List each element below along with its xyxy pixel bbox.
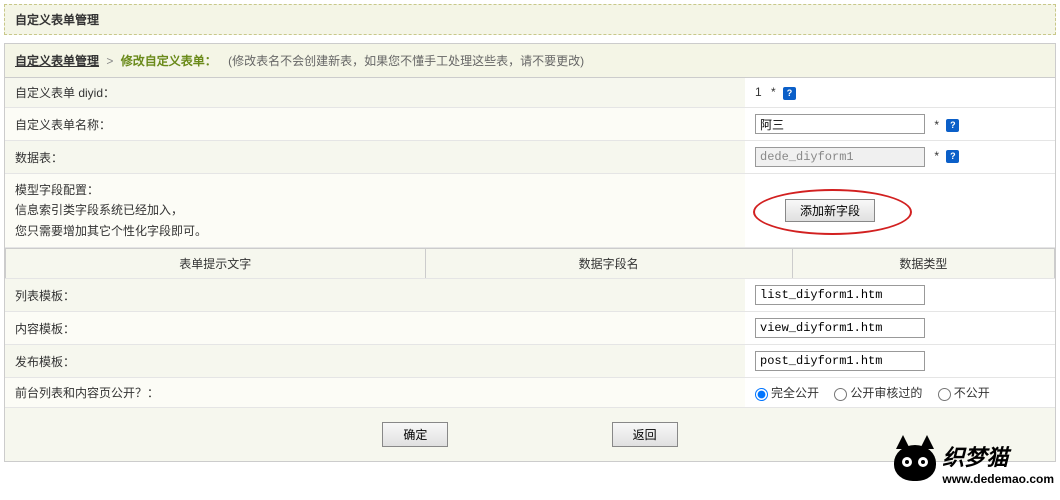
watermark-name: 织梦猫	[942, 440, 1054, 472]
row-config: 模型字段配置： 信息索引类字段系统已经加入， 您只需要增加其它个性化字段即可。 …	[5, 174, 1055, 248]
radio-public-0[interactable]: 完全公开	[755, 386, 819, 400]
label-table: 数据表：	[5, 141, 745, 174]
value-name: * ?	[745, 108, 1055, 141]
breadcrumb-link[interactable]: 自定义表单管理	[15, 54, 99, 68]
value-diyid: 1 * ?	[745, 78, 1055, 108]
cat-logo-icon	[894, 445, 936, 481]
config-desc1: 信息索引类字段系统已经加入，	[15, 200, 735, 220]
row-viewtpl: 内容模板：	[5, 312, 1055, 345]
config-label: 模型字段配置：	[15, 180, 735, 200]
row-posttpl: 发布模板：	[5, 345, 1055, 378]
label-config: 模型字段配置： 信息索引类字段系统已经加入， 您只需要增加其它个性化字段即可。	[5, 174, 745, 248]
value-listtpl	[745, 279, 1055, 312]
viewtpl-input[interactable]	[755, 318, 925, 338]
main-box: 自定义表单管理 > 修改自定义表单： (修改表名不会创建新表，如果您不懂手工处理…	[4, 43, 1056, 462]
label-diyid: 自定义表单 diyid：	[5, 78, 745, 108]
row-diyid: 自定义表单 diyid： 1 * ?	[5, 78, 1055, 108]
form-table: 自定义表单 diyid： 1 * ? 自定义表单名称： * ? 数据表： * ?	[5, 78, 1055, 248]
breadcrumb-sep: >	[106, 54, 113, 68]
label-posttpl: 发布模板：	[5, 345, 745, 378]
row-listtpl: 列表模板：	[5, 279, 1055, 312]
listtpl-input[interactable]	[755, 285, 925, 305]
watermark-text: 织梦猫 www.dedemao.com	[942, 440, 1054, 486]
value-viewtpl	[745, 312, 1055, 345]
field-header-col1: 表单提示文字	[6, 249, 426, 279]
watermark-url: www.dedemao.com	[942, 472, 1054, 486]
value-posttpl	[745, 345, 1055, 378]
diyid-req: *	[771, 85, 776, 99]
table-input	[755, 147, 925, 167]
label-viewtpl: 内容模板：	[5, 312, 745, 345]
add-field-button[interactable]: 添加新字段	[785, 199, 875, 222]
table-req: *	[934, 149, 939, 163]
name-input[interactable]	[755, 114, 925, 134]
field-header-col2: 数据字段名	[425, 249, 792, 279]
help-icon[interactable]: ?	[783, 87, 796, 100]
value-table: * ?	[745, 141, 1055, 174]
section-title: 自定义表单管理	[15, 13, 99, 27]
radio-public-0-input[interactable]	[755, 388, 768, 401]
help-icon[interactable]: ?	[946, 150, 959, 163]
section-header: 自定义表单管理	[4, 4, 1056, 35]
radio-public-2-input[interactable]	[938, 388, 951, 401]
watermark: 织梦猫 www.dedemao.com	[894, 440, 1054, 486]
add-field-highlight: 添加新字段	[785, 199, 875, 222]
radio-public-1[interactable]: 公开审核过的	[834, 386, 922, 400]
field-header-col3: 数据类型	[792, 249, 1054, 279]
field-header-row: 表单提示文字 数据字段名 数据类型	[6, 249, 1055, 279]
breadcrumb-hint: (修改表名不会创建新表，如果您不懂手工处理这些表，请不要更改)	[228, 54, 584, 68]
radio-public-1-input[interactable]	[834, 388, 847, 401]
diyid-text: 1	[755, 85, 762, 99]
template-table: 列表模板： 内容模板： 发布模板： 前台列表和内容页公开？： 完全公开 公开审核…	[5, 279, 1055, 408]
radio-public-2[interactable]: 不公开	[938, 386, 990, 400]
posttpl-input[interactable]	[755, 351, 925, 371]
value-public: 完全公开 公开审核过的 不公开	[745, 378, 1055, 408]
config-desc2: 您只需要增加其它个性化字段即可。	[15, 221, 735, 241]
name-req: *	[934, 118, 939, 132]
row-public: 前台列表和内容页公开？： 完全公开 公开审核过的 不公开	[5, 378, 1055, 408]
label-name: 自定义表单名称：	[5, 108, 745, 141]
breadcrumb: 自定义表单管理 > 修改自定义表单： (修改表名不会创建新表，如果您不懂手工处理…	[5, 44, 1055, 78]
row-name: 自定义表单名称： * ?	[5, 108, 1055, 141]
value-config: 添加新字段	[745, 174, 1055, 248]
row-table: 数据表： * ?	[5, 141, 1055, 174]
help-icon[interactable]: ?	[946, 119, 959, 132]
label-public: 前台列表和内容页公开？：	[5, 378, 745, 408]
field-table: 表单提示文字 数据字段名 数据类型	[5, 248, 1055, 279]
breadcrumb-current: 修改自定义表单：	[121, 54, 217, 68]
back-button[interactable]: 返回	[612, 422, 678, 447]
ok-button[interactable]: 确定	[382, 422, 448, 447]
label-listtpl: 列表模板：	[5, 279, 745, 312]
